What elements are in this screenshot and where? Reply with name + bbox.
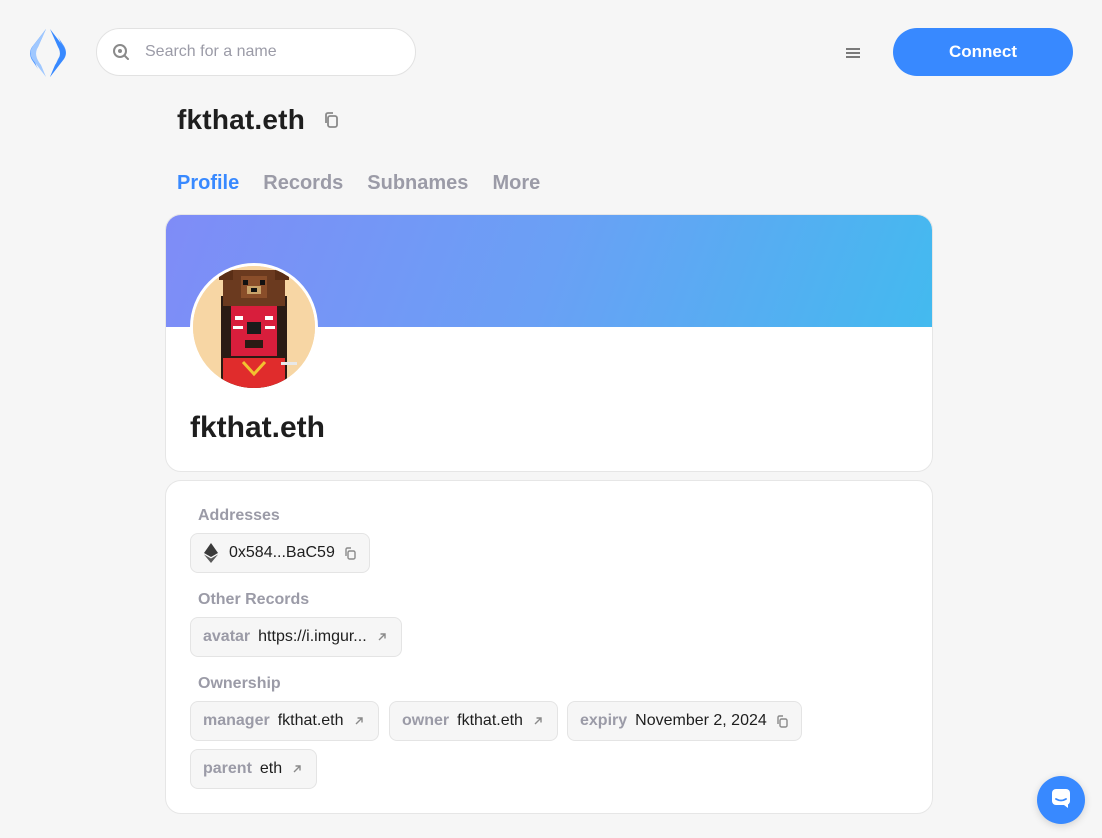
- chat-icon: [1050, 787, 1072, 814]
- external-link-icon: [531, 714, 545, 728]
- avatar: [190, 263, 318, 391]
- record-key: avatar: [203, 628, 251, 645]
- record-value: fkthat.eth: [277, 712, 344, 729]
- tab-records[interactable]: Records: [263, 172, 343, 195]
- ethereum-icon: [203, 542, 219, 564]
- ens-logo[interactable]: [24, 27, 72, 79]
- tab-bar: Profile Records Subnames More: [177, 172, 540, 195]
- avatar-record-chip[interactable]: avatar https://i.imgur...: [190, 617, 402, 657]
- record-key: owner: [402, 712, 450, 729]
- expiry-chip[interactable]: expiry November 2, 2024: [567, 701, 802, 741]
- name-heading: fkthat.eth: [177, 104, 305, 135]
- connect-button[interactable]: Connect: [893, 28, 1073, 76]
- record-key: parent: [203, 760, 252, 777]
- search-input[interactable]: [145, 43, 385, 61]
- record-value: fkthat.eth: [457, 712, 523, 729]
- parent-chip[interactable]: parent eth: [190, 749, 318, 789]
- menu-icon[interactable]: [840, 40, 866, 66]
- address-value: 0x584...BaC59: [229, 544, 335, 561]
- search-box[interactable]: [96, 28, 416, 76]
- record-value: November 2, 2024: [635, 712, 767, 729]
- ownership-label: Ownership: [198, 675, 281, 692]
- record-value: https://i.imgur...: [258, 628, 367, 645]
- other-records-label: Other Records: [198, 591, 310, 608]
- tab-subnames[interactable]: Subnames: [367, 172, 468, 195]
- address-chip[interactable]: 0x584...BaC59: [190, 533, 370, 573]
- record-key: manager: [203, 712, 270, 729]
- tab-more[interactable]: More: [492, 172, 540, 195]
- manager-chip[interactable]: manager fkthat.eth: [190, 701, 379, 741]
- addresses-label: Addresses: [198, 507, 280, 524]
- profile-card: fkthat.eth: [165, 214, 933, 472]
- copy-icon: [775, 714, 789, 728]
- record-value: eth: [259, 760, 283, 777]
- external-link-icon: [290, 762, 304, 776]
- external-link-icon: [352, 714, 366, 728]
- search-icon: [111, 42, 131, 62]
- records-card: Addresses 0x584...BaC59 Other Records av…: [165, 480, 933, 814]
- copy-icon[interactable]: [321, 110, 341, 130]
- copy-icon: [343, 546, 357, 560]
- tab-profile[interactable]: Profile: [177, 172, 239, 195]
- external-link-icon: [375, 630, 389, 644]
- record-key: expiry: [580, 712, 628, 729]
- chat-button[interactable]: [1037, 776, 1085, 824]
- profile-name: fkthat.eth: [190, 411, 325, 444]
- owner-chip[interactable]: owner fkthat.eth: [389, 701, 558, 741]
- page-title: fkthat.eth: [177, 104, 341, 136]
